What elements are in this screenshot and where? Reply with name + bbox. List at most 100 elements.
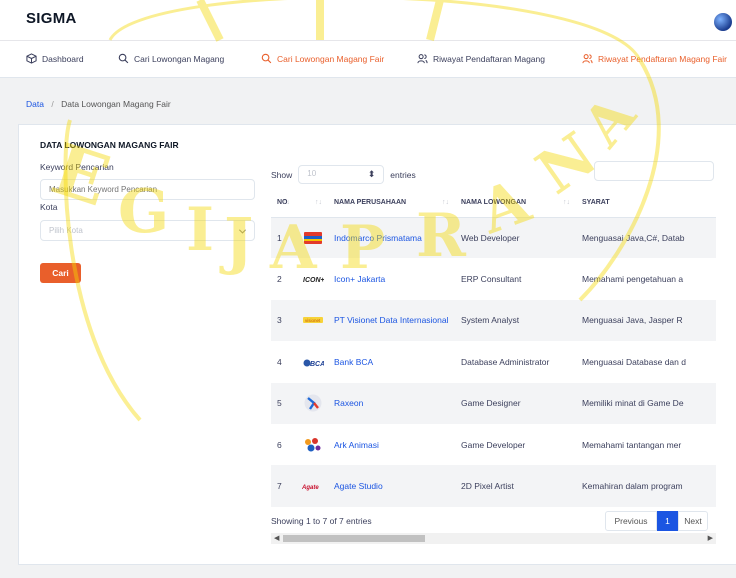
pagination: Previous 1 Next <box>605 511 708 531</box>
city-label: Kota <box>40 202 58 212</box>
table-row: 4 BCA Bank BCA Database Administrator Me… <box>271 341 716 382</box>
nav-item-cari-lowongan[interactable]: Cari Lowongan Magang <box>118 53 224 64</box>
raxeon-logo-icon <box>304 394 322 412</box>
bca-logo-icon: BCA <box>303 359 324 368</box>
row-number: 1 <box>271 217 296 259</box>
scrollbar-thumb[interactable] <box>283 535 425 542</box>
requirement-text: Kemahiran dalam program <box>576 465 716 507</box>
nav-item-label: Riwayat Pendaftaran Magang <box>433 53 545 64</box>
company-logo: ICON+ <box>296 258 328 299</box>
nav-item-label: Dashboard <box>42 53 84 64</box>
page-length-select[interactable]: 10 ⬍ <box>298 165 385 184</box>
position-name: 2D Pixel Artist <box>455 465 576 507</box>
svg-text:visionet: visionet <box>305 318 321 323</box>
indomarco-logo-icon <box>304 231 322 244</box>
table-search-input[interactable] <box>594 161 714 181</box>
top-bar: SIGMA <box>0 0 736 40</box>
horizontal-scrollbar[interactable]: ◀ ▶ <box>271 533 716 544</box>
breadcrumb-current: Data Lowongan Magang Fair <box>61 99 171 109</box>
sort-icon: ↑↓ <box>315 199 322 206</box>
row-number: 4 <box>277 356 282 367</box>
company-logo <box>296 382 328 424</box>
company-name-link[interactable]: Indomarco Prismatama <box>328 217 455 259</box>
column-header-company[interactable]: NAMA PERUSAHAAN ↑↓ <box>328 189 455 218</box>
row-number: 6 <box>277 439 282 450</box>
table-header-row: NO ↑↓ ↑↓ NAMA PERUSAHAAN ↑↓ NAMA LOWONGAN ↑… <box>271 189 716 218</box>
city-select-value: Pilih Kota <box>49 226 83 235</box>
company-name-link[interactable]: Agate Studio <box>328 465 455 507</box>
pagination-page-button[interactable]: 1 <box>657 511 678 531</box>
breadcrumb-separator: / <box>51 99 54 109</box>
show-label: Show <box>271 169 293 180</box>
table-row: 5 Raxeon Game Designer Memiliki minat di… <box>271 382 716 424</box>
page-title: DATA LOWONGAN MAGANG FAIR <box>40 140 179 150</box>
table-info: Showing 1 to 7 of 7 entries <box>271 516 372 526</box>
entries-label: entries <box>390 169 416 180</box>
table-row: 1 Indomarco Prismatama Web Developer Men… <box>271 217 716 259</box>
visionet-logo-icon: visionet <box>303 317 323 324</box>
row-number: 5 <box>271 382 296 424</box>
position-name: ERP Consultant <box>461 274 522 285</box>
nav-item-dashboard[interactable]: Dashboard <box>26 53 84 64</box>
search-icon <box>261 53 272 64</box>
pagination-previous-button[interactable]: Previous <box>605 511 657 531</box>
sort-icon: ↑↓ <box>283 199 290 206</box>
chevron-down-icon <box>238 229 247 234</box>
row-number: 7 <box>271 465 296 507</box>
iconplus-logo-icon: ICON+ <box>303 277 324 284</box>
column-header-position[interactable]: NAMA LOWONGAN ↑↓ <box>455 189 576 218</box>
pagination-next-button[interactable]: Next <box>678 511 708 531</box>
table-row: 3 visionet PT Visionet Data Internasiona… <box>271 299 716 342</box>
svg-text:Agate: Agate <box>302 485 319 491</box>
avatar[interactable] <box>714 13 732 31</box>
vacancy-table: NO ↑↓ ↑↓ NAMA PERUSAHAAN ↑↓ NAMA LOWONGAN ↑… <box>271 189 716 507</box>
breadcrumb: Data / Data Lowongan Magang Fair <box>26 99 171 109</box>
requirement-text: Menguasai Database dan d <box>582 356 686 367</box>
sort-icon: ↑↓ <box>563 199 570 206</box>
row-number: 3 <box>271 299 296 342</box>
requirement-text: Menguasai Java,C#, Datab <box>576 217 716 259</box>
arkanimasi-logo-icon <box>305 437 321 452</box>
users-icon <box>417 54 428 64</box>
company-logo: Agate <box>296 465 328 507</box>
search-button[interactable]: Cari <box>40 263 81 283</box>
position-name: Game Developer <box>461 439 526 450</box>
app-title[interactable]: SIGMA <box>26 10 77 27</box>
scroll-left-icon[interactable]: ◀ <box>274 534 279 542</box>
nav-item-label: Cari Lowongan Magang <box>134 53 225 64</box>
nav-item-label: Cari Lowongan Magang Fair <box>277 53 385 64</box>
company-name-link[interactable]: Icon+ Jakarta <box>328 258 455 299</box>
position-name: Web Developer <box>455 217 576 259</box>
column-header-requirement[interactable]: SYARAT <box>576 189 716 218</box>
company-name-link[interactable]: Raxeon <box>328 382 455 424</box>
position-name: Game Designer <box>455 382 576 424</box>
nav-item-riwayat-pendaftaran[interactable]: Riwayat Pendaftaran Magang <box>417 53 545 64</box>
main-nav: Dashboard Cari Lowongan Magang Cari Lowo… <box>0 40 736 78</box>
scroll-right-icon[interactable]: ▶ <box>708 534 713 542</box>
company-logo <box>296 424 328 465</box>
company-name-link[interactable]: PT Visionet Data Internasional <box>328 299 455 342</box>
keyword-input[interactable] <box>40 179 255 200</box>
column-header-no[interactable]: NO ↑↓ <box>271 189 296 218</box>
requirement-text: Memahami pengetahuan a <box>582 274 684 285</box>
position-name: System Analyst <box>455 299 576 342</box>
page-length-control: Show 10 ⬍ entries <box>271 165 416 184</box>
agate-logo-icon: Agate <box>302 485 319 491</box>
sort-updown-icon: ⬍ <box>367 169 376 179</box>
breadcrumb-root[interactable]: Data <box>26 99 44 109</box>
table-row: 7 Agate Agate Studio 2D Pixel Artist Kem… <box>271 465 716 507</box>
nav-item-cari-lowongan-fair[interactable]: Cari Lowongan Magang Fair <box>261 53 384 64</box>
column-header-logo: ↑↓ <box>296 189 328 218</box>
company-logo <box>296 217 328 259</box>
sort-icon: ↑↓ <box>442 199 449 206</box>
requirement-text: Memiliki minat di Game De <box>576 382 716 424</box>
requirement-text: Memahami tantangan mer <box>582 439 682 450</box>
nav-item-riwayat-pendaftaran-fair[interactable]: Riwayat Pendaftaran Magang Fair <box>582 53 727 64</box>
keyword-label: Keyword Pencarian <box>40 162 114 172</box>
city-select[interactable]: Pilih Kota <box>40 220 255 241</box>
svg-text:ICON+: ICON+ <box>303 277 324 284</box>
table-row: 6 Ark Animasi Game Developer Memahami ta… <box>271 424 716 465</box>
company-name-link[interactable]: Ark Animasi <box>328 424 455 465</box>
company-name-link[interactable]: Bank BCA <box>328 341 455 382</box>
company-logo: BCA <box>296 341 328 382</box>
